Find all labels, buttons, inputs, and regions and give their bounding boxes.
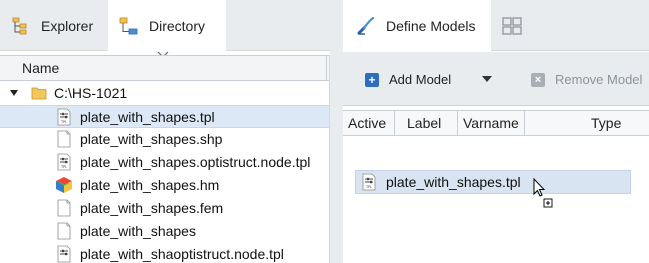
directory-icon: [118, 15, 140, 37]
tree-row-file[interactable]: plate_with_shapes: [0, 220, 330, 243]
tree-row-file[interactable]: plate_with_shapes.fem: [0, 197, 330, 220]
add-model-dropdown-icon[interactable]: [482, 76, 492, 82]
blank-file-icon: [57, 199, 71, 217]
tree-row-file[interactable]: plate_with_shapes.shp: [0, 128, 330, 151]
tab-directory-label: Directory: [149, 18, 206, 34]
right-tab-bar: Define Models: [343, 0, 649, 52]
drag-preview-item: TPL plate_with_shapes.tpl: [355, 170, 631, 194]
left-tab-bar: Explorer Directory: [0, 0, 330, 52]
add-model-label: Add Model: [389, 72, 452, 87]
column-header-label[interactable]: Label: [407, 115, 441, 131]
tree-row-label: plate_with_shapes.fem: [80, 200, 224, 216]
copy-drag-cursor-icon: [533, 178, 553, 208]
tab-define-models[interactable]: Define Models: [343, 0, 491, 52]
tree-row-file[interactable]: TPL plate_with_shapes.tpl: [0, 105, 330, 128]
tree-row-label: plate_with_shaoptistruct.node.tpl: [80, 246, 284, 262]
define-models-pane: Define Models + Add Model × Remove Model: [343, 0, 649, 263]
svg-text:TPL: TPL: [60, 165, 67, 169]
tree-row-file[interactable]: plate_with_shaoptistruct.node.tpl: [0, 243, 330, 263]
tab-explorer-label: Explorer: [41, 17, 94, 34]
name-column-label: Name: [22, 60, 60, 76]
tree-row-file[interactable]: TPL plate_with_shapes.optistruct.node.tp…: [0, 151, 330, 174]
tab-define-models-label: Define Models: [386, 18, 476, 34]
tree-row-label: plate_with_shapes: [80, 223, 196, 239]
hm-cube-icon: [56, 177, 72, 193]
tab-grid-view[interactable]: [491, 0, 541, 51]
tree-row-label: plate_with_shapes.tpl: [80, 109, 215, 125]
grid-view-icon: [501, 15, 523, 37]
tree-row-label: C:\HS-1021: [54, 85, 128, 101]
column-divider[interactable]: [394, 111, 395, 136]
column-header-active[interactable]: Active: [348, 115, 386, 131]
remove-model-label: Remove Model: [555, 72, 643, 87]
remove-model-button[interactable]: × Remove Model: [531, 72, 642, 87]
tab-directory[interactable]: Directory: [108, 0, 226, 52]
pane-splitter[interactable]: [330, 0, 343, 263]
svg-text:TPL: TPL: [365, 185, 372, 189]
define-models-icon: [355, 15, 377, 37]
drag-preview-label: plate_with_shapes.tpl: [386, 174, 521, 190]
remove-icon: ×: [531, 72, 545, 87]
name-column-header[interactable]: Name: [0, 55, 330, 81]
models-toolbar: + Add Model × Remove Model: [343, 52, 649, 106]
tree-row-label: plate_with_shapes.shp: [80, 131, 223, 147]
tree-row-file[interactable]: plate_with_shapes.hm: [0, 174, 330, 197]
tree-row-label: plate_with_shapes.hm: [80, 177, 220, 193]
directory-pane: Explorer Directory Name C:\HS-1021 TPL p…: [0, 0, 330, 263]
add-model-button[interactable]: + Add Model: [365, 72, 451, 87]
add-icon: +: [365, 72, 379, 87]
column-header-type[interactable]: Type: [591, 115, 621, 131]
column-divider[interactable]: [326, 56, 327, 81]
tpl-file-icon: TPL: [57, 108, 71, 126]
tab-explorer[interactable]: Explorer: [0, 0, 108, 51]
tree-row-root-folder[interactable]: C:\HS-1021: [0, 82, 330, 105]
blank-file-icon: [57, 222, 71, 240]
tree-row-label: plate_with_shapes.optistruct.node.tpl: [80, 154, 311, 170]
column-header-varname[interactable]: Varname: [463, 115, 519, 131]
explorer-icon: [10, 15, 32, 37]
models-table-header: Active Label Varname Type: [343, 110, 649, 136]
tpl-file-icon: TPL: [57, 153, 71, 171]
column-divider[interactable]: [524, 111, 525, 136]
folder-icon: [31, 87, 47, 100]
tpl-file-icon: [57, 245, 71, 263]
tpl-file-icon: TPL: [362, 173, 376, 191]
column-divider[interactable]: [457, 111, 458, 136]
svg-text:TPL: TPL: [60, 120, 67, 124]
blank-file-icon: [57, 130, 71, 148]
collapse-arrow-icon[interactable]: [9, 88, 19, 98]
